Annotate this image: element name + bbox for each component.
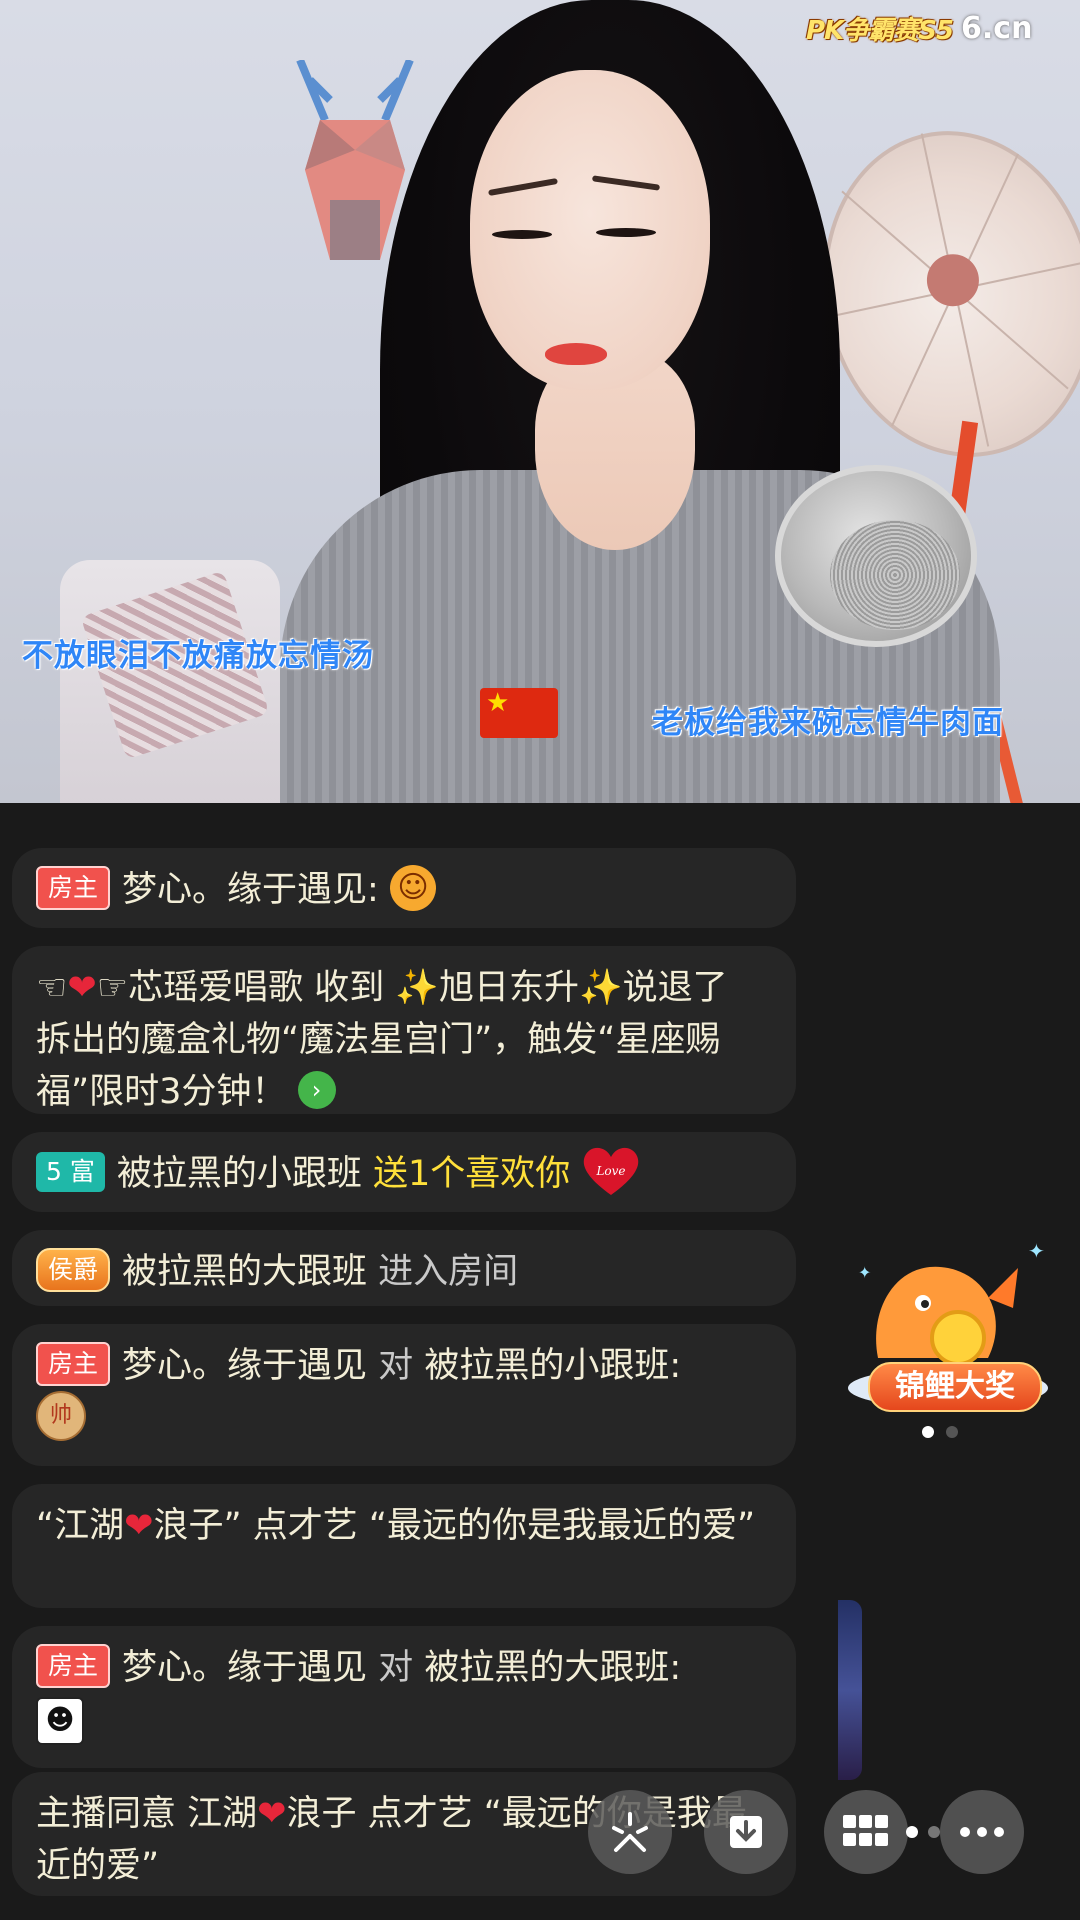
pointing-hand-left-icon: ☜ — [36, 968, 68, 1008]
chat-username[interactable]: 被拉黑的小跟班 — [117, 1154, 362, 1194]
svg-text:✦: ✦ — [858, 1263, 871, 1282]
grid-menu-button[interactable] — [824, 1790, 908, 1874]
china-flag-icon — [480, 688, 558, 738]
host-badge: 房主 — [36, 866, 111, 910]
chat-username[interactable]: 梦心。缘于遇见 — [122, 1346, 367, 1386]
wealth-level-badge: 5 富 — [36, 1152, 105, 1192]
heart-icon: ❤ — [124, 1506, 154, 1546]
left-eye — [492, 230, 552, 239]
heart-icon: ❤ — [67, 968, 97, 1008]
cartoon-emoji-icon: ☻ — [36, 1697, 84, 1745]
side-banner[interactable] — [838, 1600, 862, 1780]
chat-message-enter[interactable]: 侯爵 被拉黑的大跟班 进入房间 — [12, 1230, 796, 1306]
arrow-right-icon[interactable]: › — [297, 1071, 336, 1109]
chat-message-accept[interactable]: 主播同意 江湖❤浪子 点才艺 “最远的你是我最近的爱” — [12, 1772, 796, 1896]
pk-contest-badge: PK争霸赛S5 — [806, 15, 954, 46]
chess-piece-emoji-icon: 帅 — [36, 1391, 86, 1441]
toolbar-page-dots — [906, 1826, 940, 1838]
more-icon — [960, 1827, 1004, 1837]
lyric-line-right: 老板给我来碗忘情牛肉面 — [652, 705, 1004, 741]
gift-text: 送1个喜欢你 — [373, 1154, 571, 1194]
chat-username[interactable]: 梦心。缘于遇见: — [122, 870, 379, 910]
chat-username[interactable]: 梦心。缘于遇见 — [122, 1648, 367, 1688]
enter-room-text: 进入房间 — [378, 1252, 519, 1292]
right-eye — [596, 228, 656, 237]
accept-text-a: 主播同意 江湖 — [36, 1794, 258, 1834]
chat-message-request[interactable]: “江湖❤浪子” 点才艺 “最远的你是我最近的爱” — [12, 1484, 796, 1608]
pointing-hand-right-icon: ☞ — [96, 968, 129, 1008]
chat-message-gift[interactable]: 5 富被拉黑的小跟班 送1个喜欢你 Love — [12, 1132, 796, 1212]
request-text-b: 浪子” 点才艺 “最远的你是我最近的爱” — [153, 1506, 756, 1546]
grid-icon — [843, 1815, 888, 1846]
svg-text:Love: Love — [596, 1164, 626, 1178]
site-logo: 6.cn — [961, 10, 1033, 46]
download-icon — [730, 1816, 762, 1848]
target-username[interactable]: 被拉黑的大跟班: — [424, 1648, 681, 1688]
sparkle-icon: ✨ — [395, 968, 439, 1008]
chat-username[interactable]: 被拉黑的大跟班 — [122, 1252, 367, 1292]
system-username[interactable]: 旭日东升 — [439, 968, 579, 1008]
download-button[interactable] — [704, 1790, 788, 1874]
live-video[interactable]: PK争霸赛S5 6.cn 不放眼泪不放痛放忘情汤 老板给我来碗忘情牛肉面 — [0, 0, 1080, 803]
love-heart-gift-icon: Love — [584, 1147, 639, 1195]
host-badge: 房主 — [36, 1342, 111, 1386]
lyric-line-left: 不放眼泪不放痛放忘情汤 — [22, 638, 374, 674]
chat-message[interactable]: 房主 梦心。缘于遇见: ☺ — [12, 848, 796, 928]
chat-message-system[interactable]: ☜❤☞芯瑶爱唱歌 收到 ✨旭日东升✨说退了 拆出的魔盒礼物“魔法星宫门”，触发“… — [12, 946, 796, 1114]
lips — [545, 343, 607, 365]
carousel-dot-active — [922, 1426, 934, 1438]
koi-prize-label[interactable]: 锦鲤大奖 — [868, 1362, 1042, 1412]
stream-logo: PK争霸赛S5 6.cn — [806, 8, 1032, 48]
connector-text: 对 — [378, 1346, 414, 1386]
connector-text: 对 — [378, 1648, 414, 1688]
sparkle-icon-button[interactable] — [588, 1790, 672, 1874]
heart-icon: ❤ — [257, 1794, 287, 1834]
microphone-grill — [830, 520, 960, 630]
sparkle-icon — [612, 1812, 648, 1852]
carousel-dot — [946, 1426, 958, 1438]
chat-message[interactable]: 房主 梦心。缘于遇见 对 被拉黑的大跟班: ☻ — [12, 1626, 796, 1768]
more-button[interactable] — [940, 1790, 1024, 1874]
face-emoji-icon: ☺ — [389, 865, 436, 911]
marquis-badge: 侯爵 — [36, 1248, 111, 1292]
request-text-a: “江湖 — [36, 1506, 125, 1546]
host-badge: 房主 — [36, 1644, 111, 1688]
system-text-part1: 芯瑶爱唱歌 收到 — [128, 968, 396, 1008]
target-username[interactable]: 被拉黑的小跟班: — [424, 1346, 681, 1386]
svg-text:✦: ✦ — [1028, 1239, 1045, 1263]
chat-message[interactable]: 房主 梦心。缘于遇见 对 被拉黑的小跟班: 帅 — [12, 1324, 796, 1466]
sparkle-icon: ✨ — [578, 968, 623, 1008]
carousel-dots — [922, 1426, 958, 1438]
